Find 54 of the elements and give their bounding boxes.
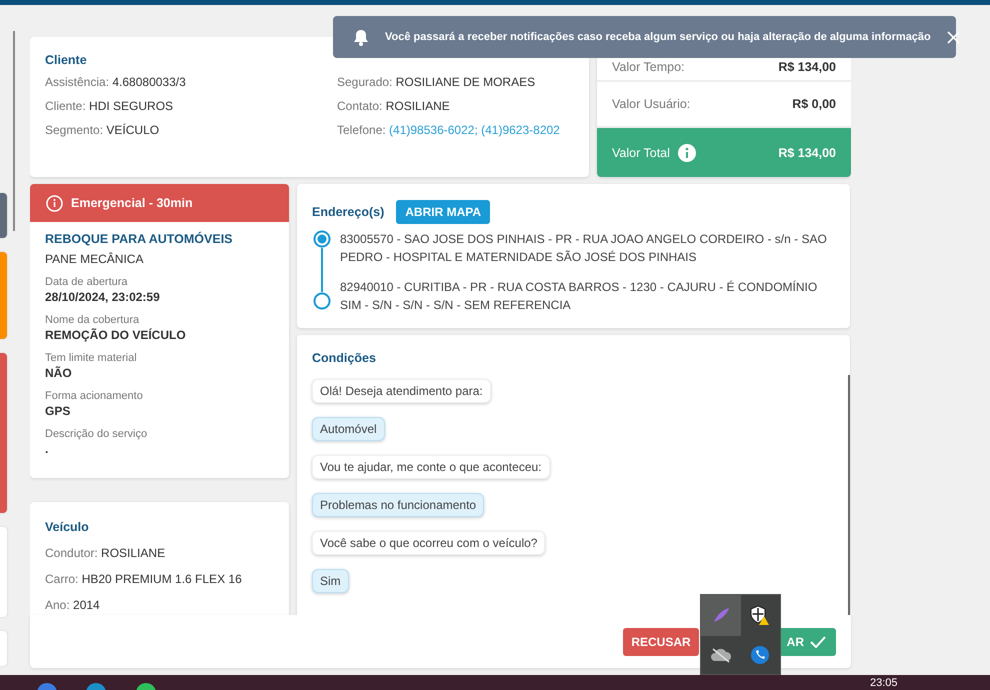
detail-label: Forma acionamento — [45, 390, 144, 402]
scrollbar[interactable] — [848, 375, 850, 615]
banner-text: Emergencial - 30min — [71, 196, 193, 210]
bell-icon — [353, 28, 369, 46]
value-amount: R$ 134,00 — [778, 146, 836, 160]
detail-label: Nome da cobertura — [45, 314, 140, 326]
phone-field: Telefone: (41)98536-6022; (41)9623-8202 — [337, 123, 574, 137]
detail-value: 28/10/2024, 23:02:59 — [45, 290, 161, 304]
address-text: 82940010 - CURITIBA - PR - RUA COSTA BARROS - 1230 - CAJURU - É CONDOMÍNIO SIM - S/N - S/N - S/N - SEM REFERENCIA — [340, 279, 818, 314]
clock[interactable]: 23:05 — [870, 677, 898, 689]
vehicle-field: Ano: 2014 — [45, 598, 274, 612]
detail-value: NÃO — [45, 366, 73, 380]
detail-label: Data de abertura — [45, 276, 129, 288]
info-icon[interactable] — [678, 144, 696, 162]
client-field: Assistência: 4.68080033/3 — [45, 75, 337, 89]
value-label: Valor Total — [612, 146, 670, 160]
client-field: Cliente: HDI SEGUROS — [45, 99, 337, 113]
open-map-button[interactable]: ABRIR MAPA — [396, 200, 490, 224]
service-title: REBOQUE PARA AUTOMÓVEIS — [45, 232, 234, 246]
info-icon — [46, 194, 63, 212]
cloud-off-icon[interactable] — [710, 646, 732, 664]
value-amount: R$ 134,00 — [778, 60, 836, 74]
side-tab[interactable] — [0, 193, 7, 238]
vehicle-field: Condutor: ROSILIANE — [45, 546, 274, 560]
client-field: Segmento: VEÍCULO — [45, 123, 337, 137]
client-field: Segurado: ROSILIANE DE MORAES — [337, 75, 574, 89]
card-title: Cliente — [45, 53, 88, 67]
check-icon — [810, 636, 826, 648]
detail-value: REMOÇÃO DO VEÍCULO — [45, 328, 187, 342]
question-bubble: Vou te ajudar, me conte o que aconteceu: — [312, 455, 550, 479]
answer-bubble: Sim — [312, 569, 349, 593]
reject-button[interactable]: RECUSAR — [623, 628, 699, 656]
card-title: Condições — [312, 351, 376, 365]
phone-icon[interactable] — [750, 644, 770, 665]
question-bubble: Você sabe o que ocorreu com o veículo? — [312, 531, 546, 555]
vehicle-field: Carro: HB20 PREMIUM 1.6 FLEX 16 — [45, 572, 274, 586]
detail-label: Tem limite material — [45, 352, 138, 364]
client-field: Contato: ROSILIANE — [337, 99, 574, 113]
card-title: Endereço(s) — [312, 205, 384, 219]
card-title: Veículo — [45, 520, 90, 534]
value-amount: R$ 0,00 — [792, 97, 836, 111]
value-label: Valor Usuário: — [612, 97, 690, 111]
address-text: 83005570 - SAO JOSE DOS PINHAIS - PR - RUA JOAO ANGELO CORDEIRO - s/n - SAO PEDRO - HOSPITAL E MATERNIDADE SÃO JOSÉ DOS PINHAIS — [340, 231, 828, 266]
notification-text: Você passará a receber notificações caso receba algum serviço ou haja alteração de alguma informação — [385, 31, 931, 43]
shield-warning-icon[interactable] — [749, 604, 772, 626]
value-label: Valor Tempo: — [612, 60, 684, 74]
detail-label: Descrição do serviço — [45, 428, 148, 440]
service-subtitle: PANE MECÂNICA — [45, 252, 144, 266]
answer-bubble: Automóvel — [312, 417, 385, 441]
question-bubble: Olá! Deseja atendimento para: — [312, 379, 491, 403]
detail-value: . — [45, 442, 50, 456]
close-icon[interactable] — [946, 30, 960, 44]
answer-bubble: Problemas no funcionamento — [312, 493, 484, 517]
detail-value: GPS — [45, 404, 72, 418]
